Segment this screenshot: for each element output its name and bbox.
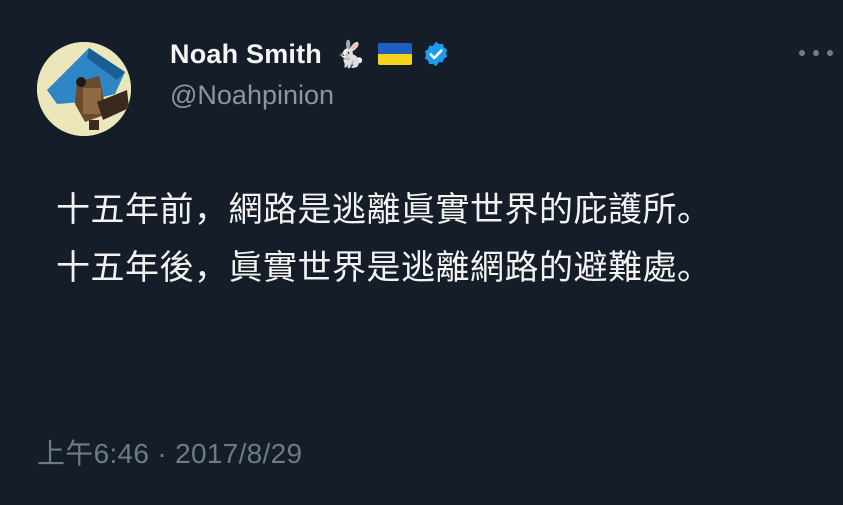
more-dot-icon — [813, 50, 819, 56]
verified-icon — [422, 40, 450, 68]
tweet-line: 十五年後，眞實世界是逃離網路的避難處。 — [56, 248, 712, 288]
tweet-line: 十五年前，網路是逃離眞實世界的庇護所。 — [56, 190, 712, 230]
rabbit-icon: 🐇 — [334, 39, 367, 69]
tweet-timestamp[interactable]: 上午6:46 · 2017/8/29 — [37, 432, 302, 472]
tweet-text: 十五年前，網路是逃離眞實世界的庇護所。 十五年後，眞實世界是逃離網路的避難處。 — [56, 181, 816, 297]
more-options-button[interactable] — [799, 44, 833, 62]
tweet-card: Noah Smith 🐇 @Noahpinion 十五年前，網路是逃離眞實世界的… — [0, 0, 843, 505]
avatar-image — [37, 42, 131, 136]
more-dot-icon — [827, 50, 833, 56]
avatar[interactable] — [37, 42, 131, 136]
more-dot-icon — [799, 50, 805, 56]
user-name-row: Noah Smith 🐇 — [170, 34, 450, 74]
display-name[interactable]: Noah Smith — [170, 39, 322, 70]
ukraine-flag-icon — [378, 43, 413, 65]
user-handle[interactable]: @Noahpinion — [170, 80, 334, 111]
